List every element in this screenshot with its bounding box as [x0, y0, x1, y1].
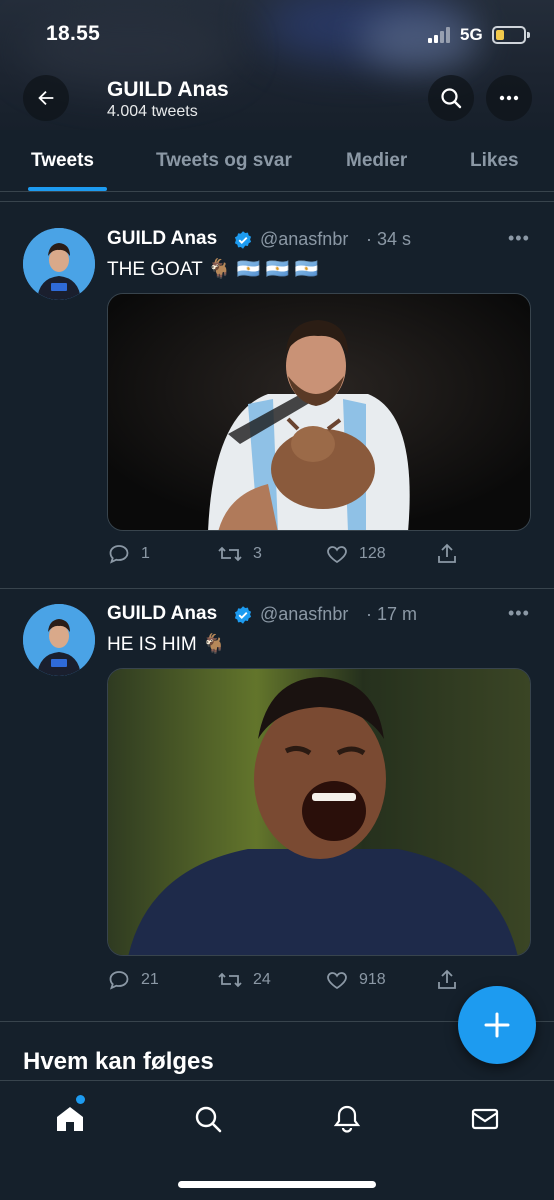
nav-explore[interactable]	[190, 1101, 226, 1137]
tab-media[interactable]: Medier	[346, 150, 407, 172]
notifications-icon	[333, 1105, 361, 1133]
home-indicator	[178, 1181, 376, 1188]
battery-icon	[492, 26, 530, 44]
reply-icon	[109, 971, 129, 990]
tweet-image[interactable]	[107, 293, 531, 531]
compose-icon	[484, 1012, 510, 1038]
like-count: 918	[359, 971, 386, 988]
tab-likes[interactable]: Likes	[470, 150, 519, 172]
reply-button[interactable]: 1	[107, 542, 150, 566]
nav-messages[interactable]	[467, 1101, 503, 1137]
notification-dot	[76, 1095, 85, 1104]
network-label: 5G	[460, 25, 483, 44]
who-to-follow-heading: Hvem kan følges	[23, 1048, 214, 1075]
reply-count: 1	[141, 545, 150, 562]
tweet-image[interactable]	[107, 668, 531, 956]
back-arrow-icon	[38, 90, 54, 106]
divider	[0, 201, 554, 202]
like-icon	[327, 546, 347, 564]
share-icon	[438, 543, 456, 563]
profile-tabs: Tweets Tweets og svar Medier Likes	[0, 130, 554, 192]
more-button[interactable]	[486, 75, 532, 121]
compose-tweet-button[interactable]	[458, 986, 536, 1064]
tweet-author-handle[interactable]: @anasfnbr	[260, 229, 348, 250]
tweet-text: HE IS HIM 🐐	[107, 634, 226, 655]
retweet-icon	[218, 546, 242, 562]
profile-name: GUILD Anas	[107, 78, 229, 101]
tweet-timestamp[interactable]: · 17 m	[366, 604, 417, 625]
tab-tweets-and-replies[interactable]: Tweets og svar	[156, 150, 292, 172]
verified-badge-icon	[234, 606, 252, 624]
search-button[interactable]	[428, 75, 474, 121]
more-icon	[499, 95, 519, 101]
search-icon	[441, 88, 462, 109]
nav-notifications[interactable]	[329, 1101, 365, 1137]
tweet-more-icon[interactable]: •••	[508, 603, 530, 624]
status-bar: 18.55 5G	[0, 0, 554, 70]
bottom-navigation	[0, 1080, 554, 1200]
active-tab-indicator	[28, 187, 107, 191]
retweet-count: 3	[253, 545, 262, 562]
tweet-author-name[interactable]: GUILD Anas	[107, 603, 217, 625]
tweet-author-handle[interactable]: @anasfnbr	[260, 604, 348, 625]
like-count: 128	[359, 545, 386, 562]
explore-icon	[195, 1106, 222, 1133]
messages-icon	[471, 1108, 499, 1130]
share-icon	[438, 969, 456, 989]
status-time: 18.55	[46, 22, 101, 45]
divider	[0, 588, 554, 589]
tab-tweets[interactable]: Tweets	[31, 150, 94, 172]
like-button[interactable]: 128	[325, 542, 386, 566]
tweet-count: 4.004 tweets	[107, 103, 198, 120]
reply-icon	[109, 545, 129, 564]
like-icon	[327, 972, 347, 990]
like-button[interactable]: 918	[325, 968, 386, 992]
signal-icon	[428, 27, 454, 43]
retweet-button[interactable]: 24	[217, 968, 271, 992]
avatar[interactable]	[23, 604, 95, 676]
retweet-button[interactable]: 3	[217, 542, 262, 566]
retweet-icon	[218, 972, 242, 988]
reply-button[interactable]: 21	[107, 968, 159, 992]
back-button[interactable]	[23, 75, 69, 121]
avatar[interactable]	[23, 228, 95, 300]
reply-count: 21	[141, 971, 159, 988]
tweet-author-name[interactable]: GUILD Anas	[107, 228, 217, 250]
tweet-more-icon[interactable]: •••	[508, 228, 530, 249]
nav-home[interactable]	[52, 1101, 88, 1137]
verified-badge-icon	[234, 231, 252, 249]
share-button[interactable]	[435, 968, 459, 992]
share-button[interactable]	[435, 542, 459, 566]
tweet-actions: 21 24 918	[107, 968, 531, 996]
tweet-text: THE GOAT 🐐 🇦🇷 🇦🇷 🇦🇷	[107, 259, 319, 280]
tweet-actions: 1 3 128	[107, 542, 531, 570]
retweet-count: 24	[253, 971, 271, 988]
home-icon	[57, 1107, 83, 1131]
tweet-timestamp[interactable]: · 34 s	[366, 229, 411, 250]
